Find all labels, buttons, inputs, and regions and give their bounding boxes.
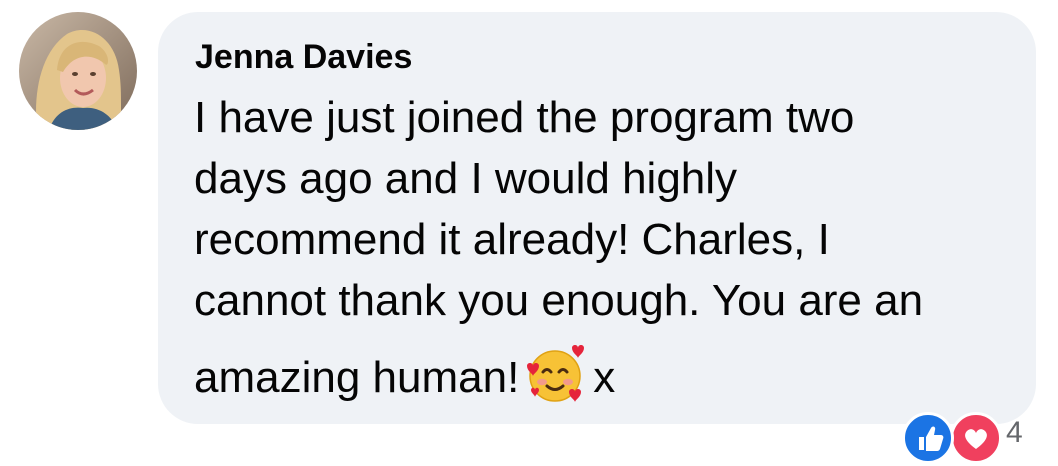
comment-bubble: Jenna Davies I have just joined the prog… [158, 12, 1036, 424]
reaction-count: 4 [1006, 416, 1023, 449]
comment-line: cannot thank you enough. You are an [194, 276, 924, 325]
comment-line: I have just joined the program two [194, 93, 855, 142]
comment-trailing-text: x [593, 353, 616, 402]
comment-line: recommend it already! Charles, I [194, 215, 830, 264]
like-icon [902, 412, 954, 464]
love-icon [950, 412, 1002, 464]
avatar[interactable] [19, 12, 137, 130]
comment-line: days ago and I would highly [194, 154, 738, 203]
comment-line: amazing human! [194, 353, 520, 402]
comment-last-line: amazing human! x [194, 344, 1024, 405]
comment-text: I have just joined the program two days … [194, 87, 1024, 405]
profile-photo-icon [19, 12, 137, 130]
smiling-face-with-hearts-icon [525, 344, 585, 404]
reactions-summary[interactable]: 4 [898, 412, 1058, 464]
comment: Jenna Davies I have just joined the prog… [0, 0, 1058, 464]
comment-author[interactable]: Jenna Davies [195, 37, 412, 77]
